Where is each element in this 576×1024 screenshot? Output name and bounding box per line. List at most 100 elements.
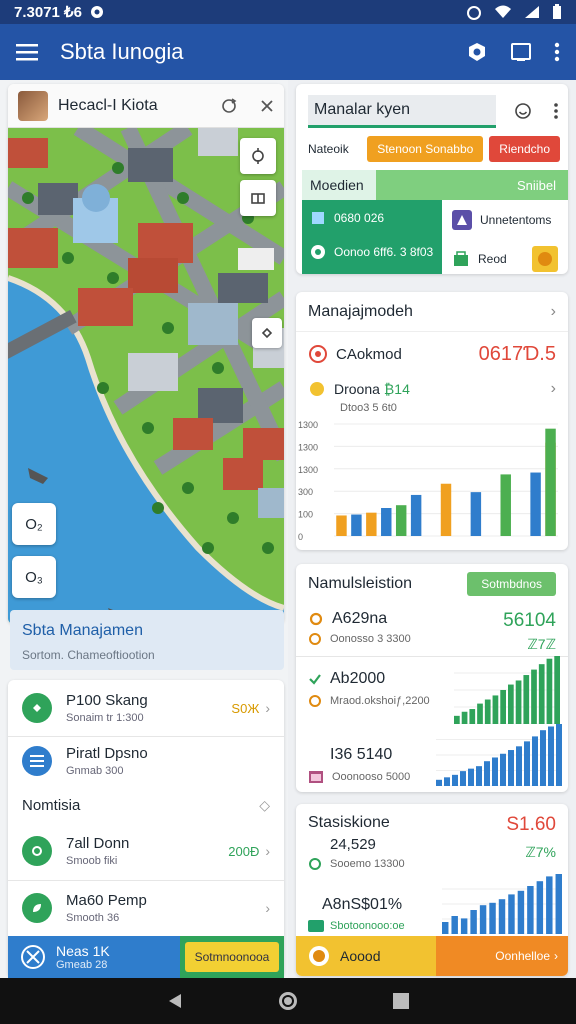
trend-bar [492, 695, 499, 724]
right-panel: Manalar kyen Nateoik Stenoon Sonabbo Rie… [288, 80, 576, 978]
chart-bar[interactable] [470, 492, 482, 536]
summary-title: Manalar kyen [308, 94, 496, 128]
menu-icon[interactable] [16, 43, 38, 61]
stats-right: Unnetentoms Reod [442, 200, 568, 274]
band-left: Moedien [302, 170, 376, 200]
left-panel: Hecacl-I Kiota O₂ O₃ Sbta Manajamen Sort… [0, 80, 288, 978]
right-a: Unnetentoms [480, 213, 552, 227]
chevron-right-icon: › [554, 949, 558, 963]
settings-badge-icon[interactable] [466, 41, 488, 63]
chart-bar[interactable] [545, 428, 556, 536]
right-b: Reod [478, 252, 507, 266]
operations-button[interactable]: Sotmbdnos [467, 572, 556, 596]
more-vert-icon[interactable] [554, 42, 560, 62]
record-icon [308, 632, 322, 646]
chart-bar[interactable] [500, 474, 511, 536]
signal-icon [524, 5, 540, 19]
chart-bar[interactable] [351, 514, 362, 536]
map-recenter-button[interactable] [240, 138, 276, 174]
list-item[interactable]: Ma60 Pemp Smooth 36 › [8, 880, 284, 936]
trend-bar [546, 658, 553, 724]
zoom-in-button[interactable]: O₂ [12, 503, 56, 545]
row1-value: 0617Ɗ.5 [478, 342, 556, 365]
status-pill-orange[interactable]: Stenoon Sonabbo [367, 136, 484, 162]
city-map[interactable]: O₂ O₃ [8, 121, 284, 624]
row-label: Nateoik [308, 142, 349, 156]
map-header: Hecacl-I Kiota [8, 84, 284, 128]
trend-bar [442, 922, 449, 934]
record-icon [310, 244, 326, 260]
side-list: P100 Skang Sonaim tr 1:300 S0Ж › Piratl … [8, 680, 284, 978]
cube-icon [310, 210, 326, 226]
recents-icon[interactable] [392, 992, 410, 1010]
gear-icon [308, 611, 324, 627]
record-icon [308, 344, 328, 364]
stat-a: 0680 026 [334, 211, 385, 225]
close-icon[interactable] [260, 99, 274, 113]
stats-value: 24,529 [330, 836, 376, 853]
smiley-icon[interactable] [514, 102, 532, 120]
home-icon[interactable] [277, 990, 299, 1012]
trend-bar [554, 656, 560, 724]
chart-bar[interactable] [366, 512, 377, 536]
status-pill-red[interactable]: Riendcho [489, 136, 560, 162]
zoom-out-label: O₃ [25, 568, 43, 586]
chart-bar[interactable] [440, 483, 452, 536]
avatar[interactable] [18, 90, 48, 121]
bottom-info[interactable]: Neas 1K Gmeab 28 [8, 936, 180, 978]
list-item-amount: S0Ж [231, 700, 260, 716]
map-expand-button[interactable] [252, 318, 282, 348]
blue-trend-chart [436, 724, 562, 786]
chart-bar[interactable] [410, 494, 422, 536]
zoom-in-label: O₂ [25, 515, 43, 533]
app-title: Sbta Iunogia [60, 39, 184, 64]
refresh-icon[interactable] [220, 97, 238, 115]
chart-bar[interactable] [395, 505, 407, 536]
status-bar: 7.3071 ₺6 [0, 0, 576, 24]
tablet-icon[interactable] [510, 42, 532, 62]
trend-bar [489, 902, 496, 934]
list-icon [22, 746, 52, 776]
more-vert-icon[interactable] [554, 103, 558, 119]
selection-subtitle: Sortom. Chameoftiootion [22, 648, 155, 662]
list-item[interactable]: P100 Skang Sonaim tr 1:300 S0Ж › [8, 680, 284, 736]
alert-badge-icon[interactable] [532, 246, 558, 272]
diamond-icon[interactable]: ◇ [259, 797, 270, 814]
bag-icon [452, 251, 470, 267]
chevron-right-icon[interactable]: › [551, 303, 556, 321]
chart-bar[interactable] [336, 515, 347, 536]
trend-bar [532, 736, 538, 786]
map-layers-button[interactable] [240, 180, 276, 216]
bottom-action-area: Sotmnoonooa [180, 936, 284, 978]
record-icon [308, 694, 322, 708]
trend-bar [555, 874, 562, 934]
section-title: Nomtisia [22, 796, 81, 814]
chart-bar[interactable] [530, 472, 541, 536]
list-item[interactable]: Piratl Dpsno Gnmab 300 [8, 736, 284, 786]
section-header: Nomtisia ◇ [8, 790, 284, 820]
bottom-right-tile[interactable]: Oonhelloe › [436, 936, 568, 976]
trend-bar [500, 753, 506, 786]
bottom-action-button[interactable]: Sotmnoonooa [184, 942, 280, 972]
bottom-info-title: Neas 1K [56, 943, 110, 959]
system-nav-bar [0, 978, 576, 1024]
chevron-right-icon[interactable]: › [551, 380, 556, 398]
stats-trend-chart [442, 874, 562, 934]
selection-card[interactable]: Sbta Manajamen Sortom. Chameoftiootion [10, 610, 284, 670]
bottom-info-subtitle: Gmeab 28 [56, 959, 108, 971]
back-icon[interactable] [166, 992, 184, 1010]
trend-bar [444, 777, 450, 786]
trend-bar [498, 899, 506, 934]
stats-block[interactable]: 0680 026 Oonoo 6ff6. 3 8f03 [302, 200, 442, 274]
bottom-left-label: Aoood [340, 948, 381, 964]
zoom-out-button[interactable]: O₃ [12, 556, 56, 598]
ops-row2-subtitle: Mraod.okshoiƒ,2200 [330, 695, 430, 707]
calendar-icon [308, 770, 324, 784]
bottom-left-tile[interactable]: Aoood [296, 936, 436, 976]
list-item[interactable]: 7all Donn Smoob fiki 200Ɖ › [8, 824, 284, 878]
list-item-subtitle: Gnmab 300 [66, 765, 124, 777]
chart-bar[interactable] [381, 508, 392, 536]
status-time: 7.3071 ₺6 [14, 4, 82, 21]
row2-subtitle: Dtoo3 5 6t0 [340, 402, 397, 414]
ops-row1-subtitle: Oonosso 3 3300 [330, 633, 411, 645]
